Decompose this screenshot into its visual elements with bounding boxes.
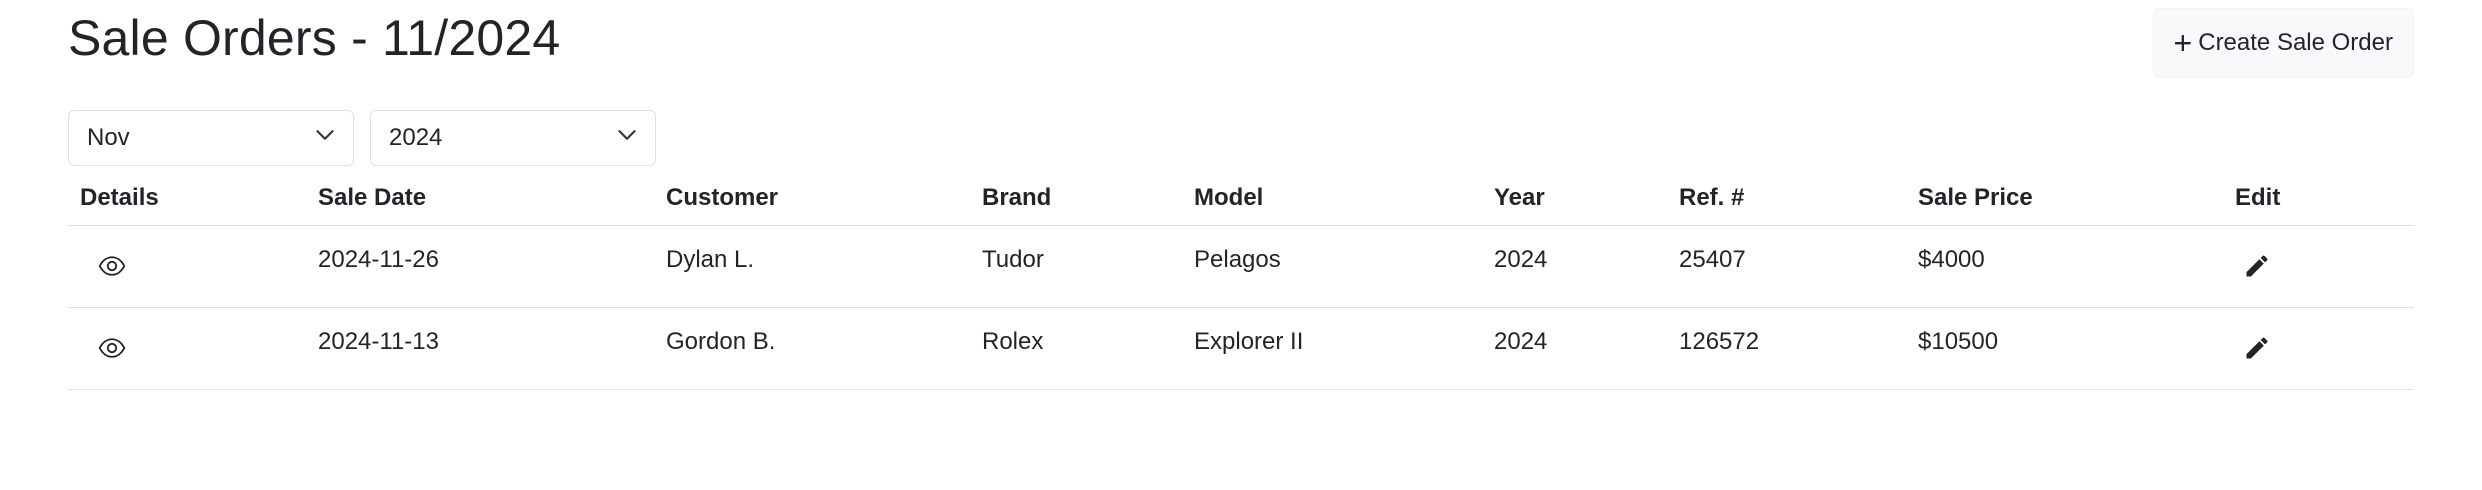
cell-ref: 126572 xyxy=(1679,328,1760,355)
header-brand: Brand xyxy=(982,183,1052,211)
month-select-value: Nov xyxy=(87,124,130,151)
table-row: 2024-11-26 Dylan L. Tudor Pelagos 2024 2… xyxy=(68,226,2414,308)
eye-icon[interactable] xyxy=(92,246,132,286)
cell-customer: Dylan L. xyxy=(666,246,755,273)
header-edit: Edit xyxy=(2235,183,2281,211)
cell-brand: Rolex xyxy=(982,328,1044,355)
header-details: Details xyxy=(80,183,159,211)
cell-year: 2024 xyxy=(1494,246,1548,273)
table-row: 2024-11-13 Gordon B. Rolex Explorer II 2… xyxy=(68,308,2414,390)
header-sale-date: Sale Date xyxy=(318,183,427,211)
cell-sale-price: $4000 xyxy=(1918,246,1985,273)
header-year: Year xyxy=(1494,183,1545,211)
cell-customer: Gordon B. xyxy=(666,328,776,355)
header-ref: Ref. # xyxy=(1679,183,1745,211)
pencil-icon[interactable] xyxy=(2237,328,2277,368)
cell-model: Explorer II xyxy=(1194,328,1304,355)
chevron-down-icon xyxy=(315,124,335,152)
sale-orders-page: Sale Orders - 11/2024 + Create Sale Orde… xyxy=(0,0,2482,490)
month-select[interactable]: Nov xyxy=(68,110,354,166)
cell-sale-date: 2024-11-26 xyxy=(318,246,439,273)
header-model: Model xyxy=(1194,183,1264,211)
cell-year: 2024 xyxy=(1494,328,1548,355)
sale-orders-table: Details Sale Date Customer Brand Model Y… xyxy=(68,170,2414,390)
filters: Nov 2024 xyxy=(68,110,656,166)
header-customer: Customer xyxy=(666,183,779,211)
table-header: Details Sale Date Customer Brand Model Y… xyxy=(68,170,2414,226)
pencil-icon[interactable] xyxy=(2237,246,2277,286)
page-title: Sale Orders - 11/2024 xyxy=(68,10,561,66)
page-header: Sale Orders - 11/2024 + Create Sale Orde… xyxy=(68,0,2414,100)
cell-ref: 25407 xyxy=(1679,246,1746,273)
create-sale-order-button[interactable]: + Create Sale Order xyxy=(2152,8,2414,78)
cell-brand: Tudor xyxy=(982,246,1044,273)
year-select-value: 2024 xyxy=(389,124,443,151)
create-sale-order-label: Create Sale Order xyxy=(2198,29,2393,56)
eye-icon[interactable] xyxy=(92,328,132,368)
cell-sale-date: 2024-11-13 xyxy=(318,328,439,355)
cell-model: Pelagos xyxy=(1194,246,1281,273)
header-sale-price: Sale Price xyxy=(1918,183,2033,211)
year-select[interactable]: 2024 xyxy=(370,110,656,166)
plus-icon: + xyxy=(2173,25,2193,61)
cell-sale-price: $10500 xyxy=(1918,328,1999,355)
chevron-down-icon xyxy=(617,124,637,152)
